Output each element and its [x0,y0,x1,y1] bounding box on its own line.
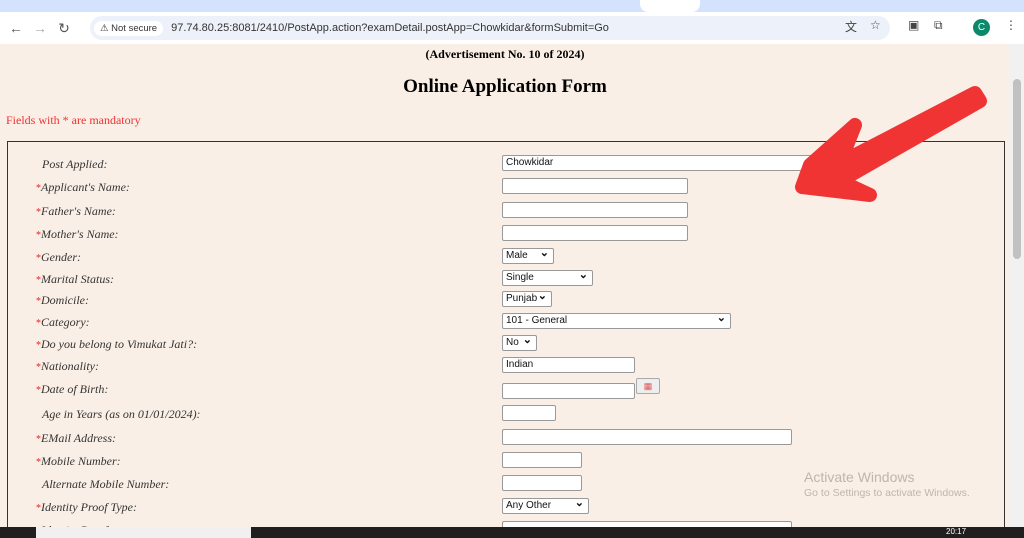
tab-active[interactable] [640,0,700,12]
field-label-text: Category: [41,315,90,329]
tab[interactable] [0,0,60,12]
url-text: 97.74.80.25:8081/2410/PostApp.action?exa… [171,22,609,34]
do-you-belong-to-vimukat-jati-select[interactable]: No [502,333,537,351]
field-label-text: Applicant's Name: [41,180,130,194]
field-label-text: Alternate Mobile Number: [42,477,170,491]
field-label-text: Father's Name: [41,204,116,218]
field-label-text: Post Applied: [42,157,108,171]
taskbar: 20:17 [0,527,1024,538]
scrollbar-thumb[interactable] [1013,79,1021,259]
field-label-text: EMail Address: [41,431,116,445]
field-label: *Category: [36,315,90,330]
field-label-text: Age in Years (as on 01/01/2024): [42,407,201,421]
advertisement-number: (Advertisement No. 10 of 2024) [425,47,585,61]
field-label: Post Applied: [42,157,107,172]
identity-proof-type-select[interactable]: Any Other [502,496,589,514]
form-row: *Marital Status: Single [8,268,998,290]
form-row: *Do you belong to Vimukat Jati?: No [8,333,998,355]
forward-icon[interactable]: → [28,20,52,36]
date-of-birth-input[interactable] [502,383,635,399]
form-row: *Domicile: Punjab [8,289,998,311]
scrollbar[interactable] [1010,44,1024,527]
father-s-name-input[interactable] [502,202,688,218]
field-label-text: Mobile Number: [41,454,121,468]
watermark-subtitle: Go to Settings to activate Windows. [804,487,970,499]
taskbar-search[interactable] [36,527,251,538]
nationality-input[interactable]: Indian [502,357,635,373]
marital-status-select[interactable]: Single [502,268,593,286]
reload-icon[interactable]: ↻ [52,20,76,37]
tab-strip [0,0,1024,12]
form-row: *Nationality: Indian [8,357,998,377]
alternate-mobile-number-input[interactable] [502,475,582,491]
extension-icon[interactable]: ▣ [908,18,919,32]
age-in-years-as-on-01-01-2024-input[interactable] [502,405,556,421]
activation-watermark: Activate Windows Go to Settings to activ… [804,469,970,499]
field-label: Age in Years (as on 01/01/2024): [42,407,201,422]
field-label: *EMail Address: [36,431,116,446]
calendar-icon[interactable]: ▦ [636,378,660,394]
gender-select[interactable]: Male [502,246,554,264]
field-label: *Date of Birth: [36,382,108,397]
field-label: *Mother's Name: [36,227,119,242]
clock: 20:17 [946,527,967,536]
field-label: *Applicant's Name: [36,180,130,195]
field-label: Alternate Mobile Number: [42,477,169,492]
back-icon[interactable]: ← [4,20,28,36]
mobile-number-input[interactable] [502,452,582,468]
form-row: *Gender: Male [8,246,998,268]
menu-icon[interactable]: ⋮ [1005,18,1017,32]
field-label: *Marital Status: [36,272,114,287]
address-bar[interactable]: ⚠ Not secure 97.74.80.25:8081/2410/PostA… [90,16,890,40]
field-label: *Identity Proof Type: [36,500,137,515]
form-row: *Category: 101 - General [8,311,998,333]
avatar[interactable]: C [973,19,990,36]
security-chip[interactable]: ⚠ Not secure [94,20,164,36]
field-label: *Do you belong to Vimukat Jati?: [36,337,197,352]
field-label: *Mobile Number: [36,454,121,469]
form-row: *Date of Birth: ▦ [8,378,998,400]
translate-icon[interactable]: 文 [845,18,857,35]
field-label: *Domicile: [36,293,89,308]
field-label-text: Identity Proof Type: [41,500,137,514]
field-label-text: Nationality: [41,359,99,373]
field-label-text: Date of Birth: [41,382,109,396]
field-label-text: Marital Status: [41,272,115,286]
form-row: *EMail Address: [8,429,998,449]
field-label: *Gender: [36,250,81,265]
field-label-text: Mother's Name: [41,227,119,241]
email-address-input[interactable] [502,429,792,445]
annotation-arrow [795,86,987,202]
field-label: *Nationality: [36,359,99,374]
field-label-text: Domicile: [41,293,89,307]
applicant-s-name-input[interactable] [502,178,688,194]
security-label: Not secure [111,22,158,34]
form-row: *Identity Proof Type: Any Other [8,496,998,518]
form-row: *Mother's Name: [8,225,998,245]
star-icon[interactable]: ☆ [870,18,881,32]
puzzle-icon[interactable]: ⧉ [934,18,943,33]
domicile-select[interactable]: Punjab [502,289,552,307]
watermark-title: Activate Windows [804,469,915,485]
field-label: *Father's Name: [36,204,116,219]
mandatory-note: Fields with * are mandatory [6,113,141,127]
field-label-text: Do you belong to Vimukat Jati?: [41,337,198,351]
mother-s-name-input[interactable] [502,225,688,241]
browser-toolbar: ← → ↻ ⚠ Not secure 97.74.80.25:8081/2410… [0,12,1024,44]
form-row: Age in Years (as on 01/01/2024): [8,405,998,425]
field-label-text: Gender: [41,250,81,264]
category-select[interactable]: 101 - General [502,311,731,329]
